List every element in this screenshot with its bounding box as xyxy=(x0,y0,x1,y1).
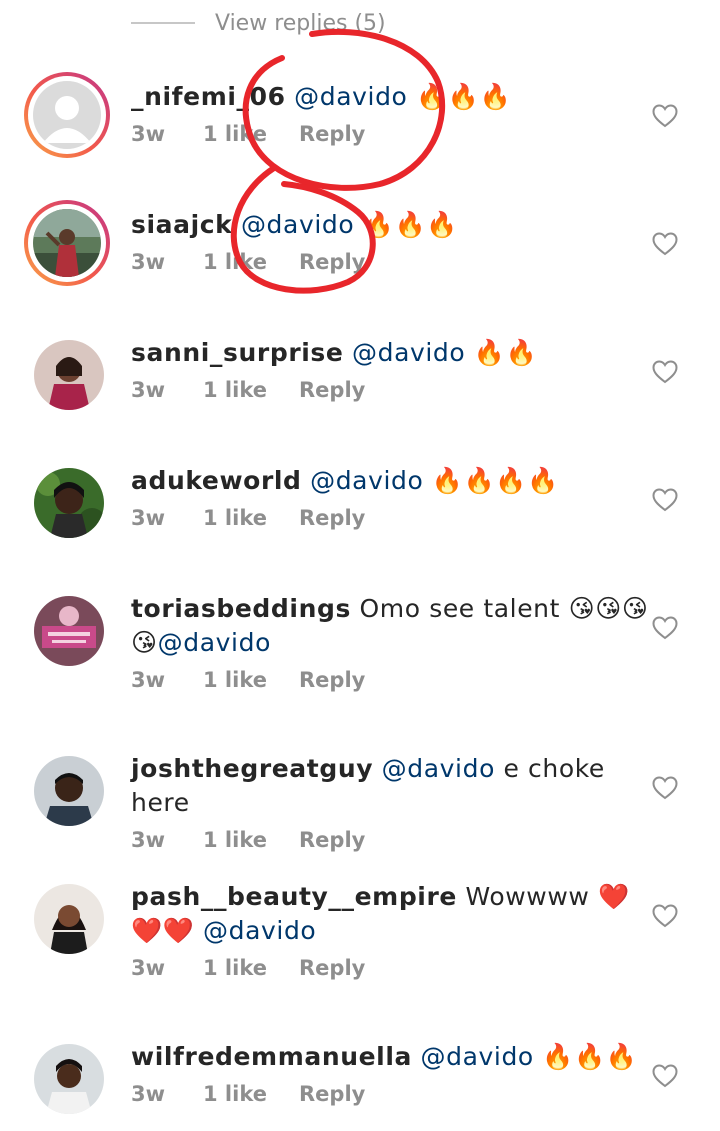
comment-time: 3w xyxy=(131,1082,166,1106)
reply-button[interactable]: Reply xyxy=(299,378,365,402)
comment-likes[interactable]: 1 like xyxy=(203,668,299,692)
mention-link[interactable]: @davido xyxy=(352,338,465,367)
comment-username[interactable]: siaajck xyxy=(131,210,232,239)
like-button[interactable] xyxy=(652,1064,678,1088)
comment-body: 🔥🔥 xyxy=(465,338,538,367)
comment-likes[interactable]: 1 like xyxy=(203,1082,299,1106)
comment-meta: 3w 1 like Reply xyxy=(131,668,650,692)
comment-time: 3w xyxy=(131,250,166,274)
comment-meta: 3w 1 like Reply xyxy=(131,506,650,530)
like-button[interactable] xyxy=(652,104,678,128)
comment-time: 3w xyxy=(131,956,166,980)
comment-time: 3w xyxy=(131,506,166,530)
comment-time: 3w xyxy=(131,828,166,852)
comment-body: 🔥🔥🔥 xyxy=(407,82,512,111)
mention-link[interactable]: @davido xyxy=(310,466,423,495)
heart-outline-icon xyxy=(652,616,678,640)
comment-username[interactable]: joshthegreatguy xyxy=(131,754,373,783)
comment-body: 🔥🔥🔥 xyxy=(533,1042,638,1071)
user-photo xyxy=(34,884,104,954)
mention-link[interactable]: @davido xyxy=(294,82,407,111)
mention-link[interactable]: @davido xyxy=(421,1042,534,1071)
like-button[interactable] xyxy=(652,904,678,928)
mention-link[interactable]: @davido xyxy=(382,754,495,783)
avatar[interactable] xyxy=(34,340,104,410)
user-photo xyxy=(33,209,101,277)
comment-meta: 3w 1 like Reply xyxy=(131,250,650,274)
reply-button[interactable]: Reply xyxy=(299,668,365,692)
heart-outline-icon xyxy=(652,904,678,928)
comment-time: 3w xyxy=(131,122,166,146)
heart-outline-icon xyxy=(652,488,678,512)
comment-username[interactable]: toriasbeddings xyxy=(131,594,351,623)
comment-text: joshthegreatguy @davido e choke here xyxy=(131,752,650,820)
mention-link[interactable]: @davido xyxy=(158,628,271,657)
user-photo xyxy=(34,756,104,826)
comment-text: toriasbeddings Omo see talent 😘😘😘😘@david… xyxy=(131,592,650,660)
comment-text: wilfredemmanuella @davido 🔥🔥🔥 xyxy=(131,1040,650,1074)
comment-meta: 3w 1 like Reply xyxy=(131,1082,650,1106)
comment-likes[interactable]: 1 like xyxy=(203,956,299,980)
avatar[interactable] xyxy=(34,1044,104,1114)
mention-link[interactable]: @davido xyxy=(203,916,316,945)
person-placeholder-icon xyxy=(33,81,101,149)
comment-username[interactable]: pash__beauty__empire xyxy=(131,882,457,911)
thread-line xyxy=(131,22,195,24)
like-button[interactable] xyxy=(652,360,678,384)
avatar[interactable] xyxy=(24,72,110,158)
comment-likes[interactable]: 1 like xyxy=(203,122,299,146)
comment-text: siaajck @davido 🔥🔥🔥 xyxy=(131,208,650,242)
comment-text: _nifemi_06 @davido 🔥🔥🔥 xyxy=(131,80,650,114)
comment-body: 🔥🔥🔥 xyxy=(354,210,458,239)
like-button[interactable] xyxy=(652,488,678,512)
like-button[interactable] xyxy=(652,616,678,640)
reply-button[interactable]: Reply xyxy=(299,506,365,530)
comment-time: 3w xyxy=(131,378,166,402)
avatar[interactable] xyxy=(34,468,104,538)
comment-username[interactable]: adukeworld xyxy=(131,466,302,495)
like-button[interactable] xyxy=(652,232,678,256)
user-photo xyxy=(34,596,104,666)
view-replies-link[interactable]: View replies (5) xyxy=(131,8,386,38)
heart-outline-icon xyxy=(652,232,678,256)
reply-button[interactable]: Reply xyxy=(299,828,365,852)
heart-outline-icon xyxy=(652,360,678,384)
view-replies-label: View replies (5) xyxy=(215,10,386,36)
comment-likes[interactable]: 1 like xyxy=(203,506,299,530)
avatar[interactable] xyxy=(34,756,104,826)
comment-text: adukeworld @davido 🔥🔥🔥🔥 xyxy=(131,464,650,498)
comment-username[interactable]: _nifemi_06 xyxy=(131,82,286,111)
avatar[interactable] xyxy=(34,596,104,666)
heart-outline-icon xyxy=(652,776,678,800)
comment-text: sanni_surprise @davido 🔥🔥 xyxy=(131,336,650,370)
reply-button[interactable]: Reply xyxy=(299,1082,365,1106)
comment-username[interactable]: wilfredemmanuella xyxy=(131,1042,412,1071)
reply-button[interactable]: Reply xyxy=(299,122,365,146)
like-button[interactable] xyxy=(652,776,678,800)
avatar[interactable] xyxy=(24,200,110,286)
heart-outline-icon xyxy=(652,104,678,128)
comment-text: pash__beauty__empire Wowwww ❤️❤️❤️ @davi… xyxy=(131,880,650,948)
comment-meta: 3w 1 like Reply xyxy=(131,828,650,852)
reply-button[interactable]: Reply xyxy=(299,250,365,274)
user-photo xyxy=(34,468,104,538)
comment-meta: 3w 1 like Reply xyxy=(131,378,650,402)
comment-meta: 3w 1 like Reply xyxy=(131,122,650,146)
reply-button[interactable]: Reply xyxy=(299,956,365,980)
avatar[interactable] xyxy=(34,884,104,954)
comment-likes[interactable]: 1 like xyxy=(203,828,299,852)
comment-body: 🔥🔥🔥🔥 xyxy=(423,466,559,495)
comment-likes[interactable]: 1 like xyxy=(203,378,299,402)
user-photo xyxy=(34,340,104,410)
comment-meta: 3w 1 like Reply xyxy=(131,956,650,980)
user-photo xyxy=(34,1044,104,1114)
comment-time: 3w xyxy=(131,668,166,692)
mention-link[interactable]: @davido xyxy=(241,210,354,239)
comment-username[interactable]: sanni_surprise xyxy=(131,338,343,367)
heart-outline-icon xyxy=(652,1064,678,1088)
comment-likes[interactable]: 1 like xyxy=(203,250,299,274)
